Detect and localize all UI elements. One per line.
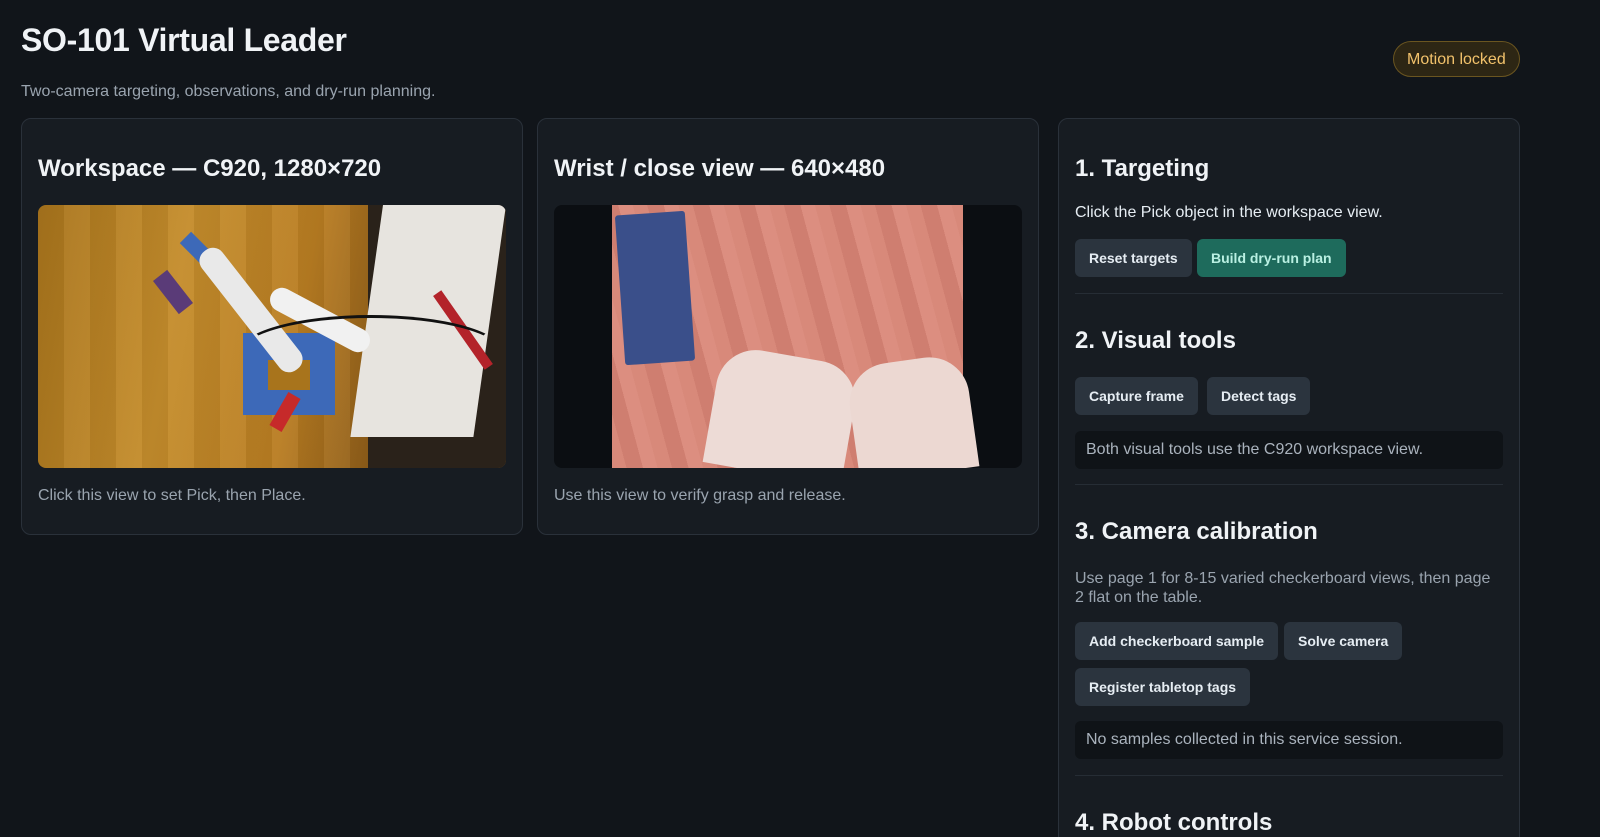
motion-status-badge: Motion locked: [1393, 41, 1520, 77]
targeting-instruction: Click the Pick object in the workspace v…: [1075, 204, 1383, 221]
wrist-camera-caption: Use this view to verify grasp and releas…: [554, 487, 846, 504]
visual-tools-heading: 2. Visual tools: [1075, 327, 1236, 354]
blue-block-closeup: [614, 210, 696, 366]
calibration-instruction: Use page 1 for 8-15 varied checkerboard …: [1075, 570, 1491, 606]
detect-tags-button[interactable]: Detect tags: [1207, 377, 1311, 415]
build-dry-run-plan-button[interactable]: Build dry-run plan: [1197, 239, 1346, 277]
section-divider: [1075, 484, 1503, 485]
wrist-camera-view: [554, 205, 1022, 468]
workspace-camera-card: Workspace — C920, 1280×720 Click this vi…: [21, 118, 523, 535]
calibration-heading: 3. Camera calibration: [1075, 518, 1318, 545]
wrist-camera-title: Wrist / close view — 640×480: [554, 155, 886, 182]
page-title: SO-101 Virtual Leader: [21, 22, 347, 58]
add-checkerboard-sample-button[interactable]: Add checkerboard sample: [1075, 622, 1279, 660]
workspace-camera-caption: Click this view to set Pick, then Place.: [38, 487, 306, 504]
control-panel: 1. Targeting Click the Pick object in th…: [1058, 118, 1520, 837]
page-subtitle: Two-camera targeting, observations, and …: [21, 83, 436, 100]
workspace-camera-view[interactable]: [38, 205, 506, 468]
wrist-feed-image: [612, 205, 980, 468]
targeting-heading: 1. Targeting: [1075, 155, 1210, 182]
capture-frame-button[interactable]: Capture frame: [1075, 377, 1198, 415]
wrist-camera-card: Wrist / close view — 640×480 Use this vi…: [537, 118, 1039, 535]
app-root: SO-101 Virtual Leader Two-camera targeti…: [0, 0, 1600, 837]
robot-controls-heading: 4. Robot controls: [1075, 809, 1273, 836]
visual-tools-status: Both visual tools use the C920 workspace…: [1075, 431, 1503, 469]
solve-camera-button[interactable]: Solve camera: [1284, 622, 1403, 660]
workspace-camera-title: Workspace — C920, 1280×720: [38, 155, 382, 182]
section-divider: [1075, 293, 1503, 294]
reset-targets-button[interactable]: Reset targets: [1075, 239, 1192, 277]
register-tabletop-tags-button[interactable]: Register tabletop tags: [1075, 668, 1251, 706]
robot-cable: [238, 315, 504, 391]
section-divider: [1075, 775, 1503, 776]
calibration-status: No samples collected in this service ses…: [1075, 721, 1503, 759]
gripper-finger-left: [702, 343, 862, 468]
gripper-finger-right: [844, 352, 980, 468]
